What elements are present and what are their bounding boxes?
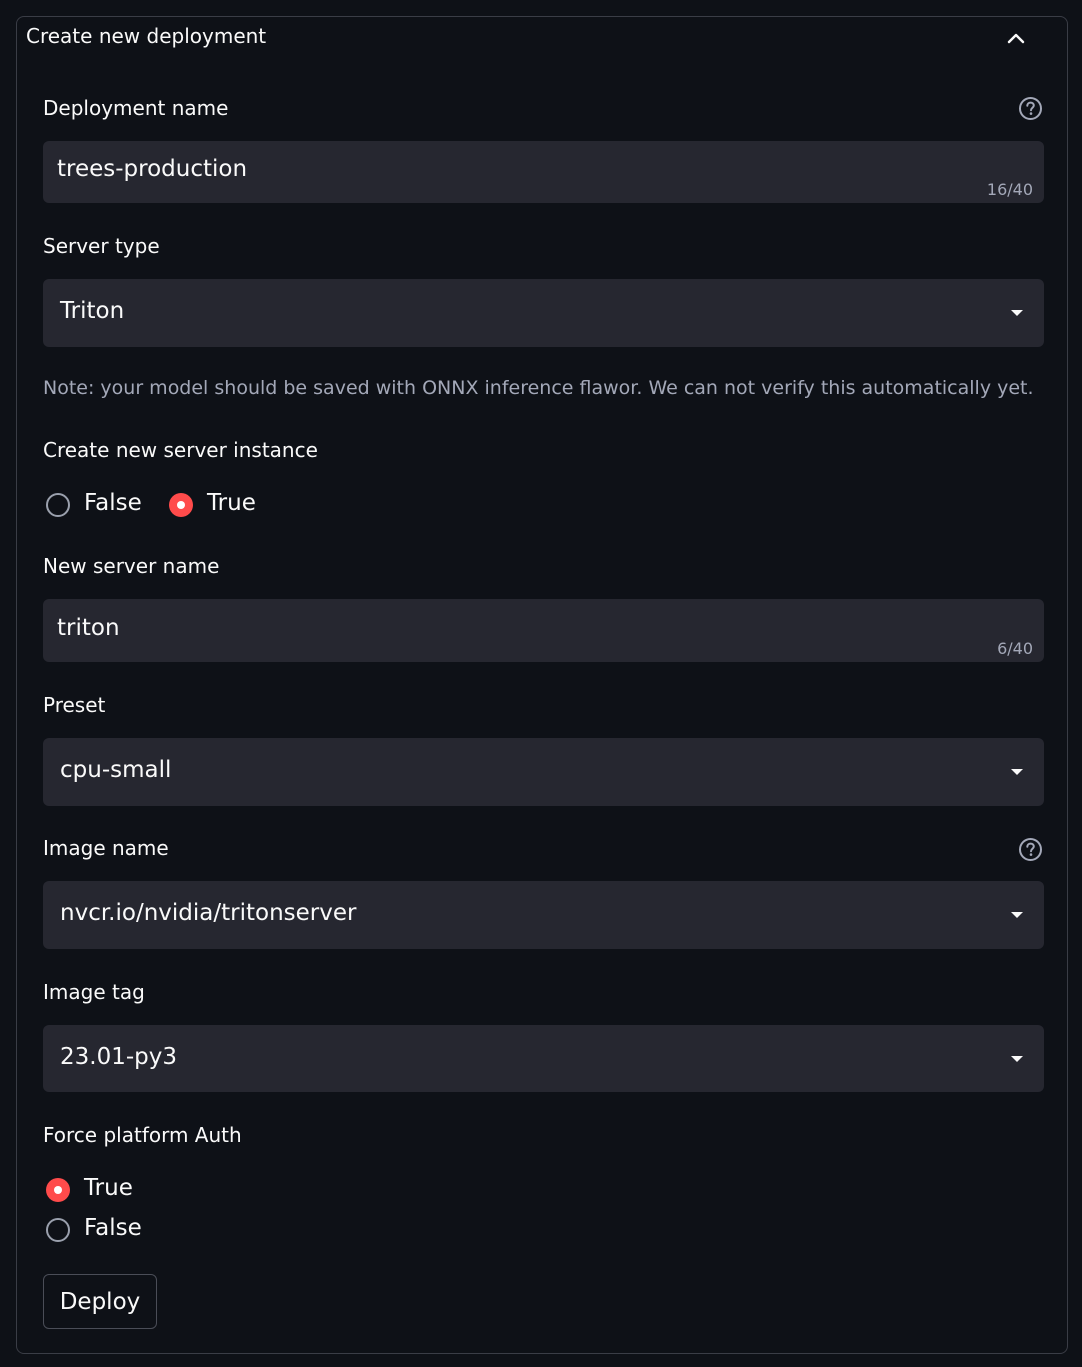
radio-create-false[interactable]: False bbox=[46, 490, 146, 520]
new-server-name-counter: 6/40 bbox=[997, 639, 1033, 658]
new-server-name-input[interactable]: triton 6/40 bbox=[43, 599, 1044, 662]
radio-circle bbox=[46, 493, 70, 517]
server-type-value: Triton bbox=[60, 298, 125, 324]
chevron-up-icon[interactable] bbox=[1006, 28, 1026, 48]
caret-down-icon bbox=[1011, 310, 1023, 316]
deployment-name-counter: 16/40 bbox=[986, 180, 1033, 199]
new-server-name-value: triton bbox=[57, 615, 120, 641]
expander-header[interactable]: Create new deployment bbox=[26, 22, 1026, 52]
deploy-button[interactable]: Deploy bbox=[43, 1274, 157, 1329]
caret-down-icon bbox=[1011, 1056, 1023, 1062]
preset-label: Preset bbox=[43, 693, 106, 717]
radio-label: False bbox=[84, 1215, 142, 1241]
radio-label: True bbox=[207, 490, 256, 516]
preset-select[interactable]: cpu-small bbox=[43, 738, 1044, 806]
image-name-select[interactable]: nvcr.io/nvidia/tritonserver bbox=[43, 881, 1044, 949]
create-server-instance-label: Create new server instance bbox=[43, 438, 318, 462]
image-name-label: Image name bbox=[43, 836, 169, 860]
deployment-name-value: trees-production bbox=[57, 156, 248, 182]
image-tag-select[interactable]: 23.01-py3 bbox=[43, 1025, 1044, 1092]
server-type-label: Server type bbox=[43, 234, 160, 258]
radio-label: False bbox=[84, 490, 142, 516]
help-circle-icon[interactable] bbox=[1018, 96, 1043, 121]
deployment-expander bbox=[16, 16, 1068, 1354]
caret-down-icon bbox=[1011, 769, 1023, 775]
radio-create-true[interactable]: True bbox=[169, 490, 269, 520]
deployment-name-input[interactable]: trees-production 16/40 bbox=[43, 141, 1044, 203]
new-server-name-label: New server name bbox=[43, 554, 220, 578]
image-name-value: nvcr.io/nvidia/tritonserver bbox=[60, 900, 357, 926]
expander-title: Create new deployment bbox=[26, 24, 267, 48]
server-type-select[interactable]: Triton bbox=[43, 279, 1044, 347]
preset-value: cpu-small bbox=[60, 757, 172, 783]
help-circle-icon[interactable] bbox=[1018, 837, 1043, 862]
caret-down-icon bbox=[1011, 912, 1023, 918]
radio-label: True bbox=[84, 1175, 133, 1201]
onnx-note: Note: your model should be saved with ON… bbox=[43, 377, 1034, 399]
radio-circle bbox=[169, 493, 193, 517]
radio-circle bbox=[46, 1218, 70, 1242]
image-tag-label: Image tag bbox=[43, 980, 145, 1004]
force-platform-auth-label: Force platform Auth bbox=[43, 1123, 242, 1147]
radio-auth-true[interactable]: True bbox=[46, 1175, 146, 1205]
radio-auth-false[interactable]: False bbox=[46, 1215, 146, 1245]
radio-circle bbox=[46, 1178, 70, 1202]
deployment-name-label: Deployment name bbox=[43, 96, 229, 120]
image-tag-value: 23.01-py3 bbox=[60, 1044, 177, 1070]
